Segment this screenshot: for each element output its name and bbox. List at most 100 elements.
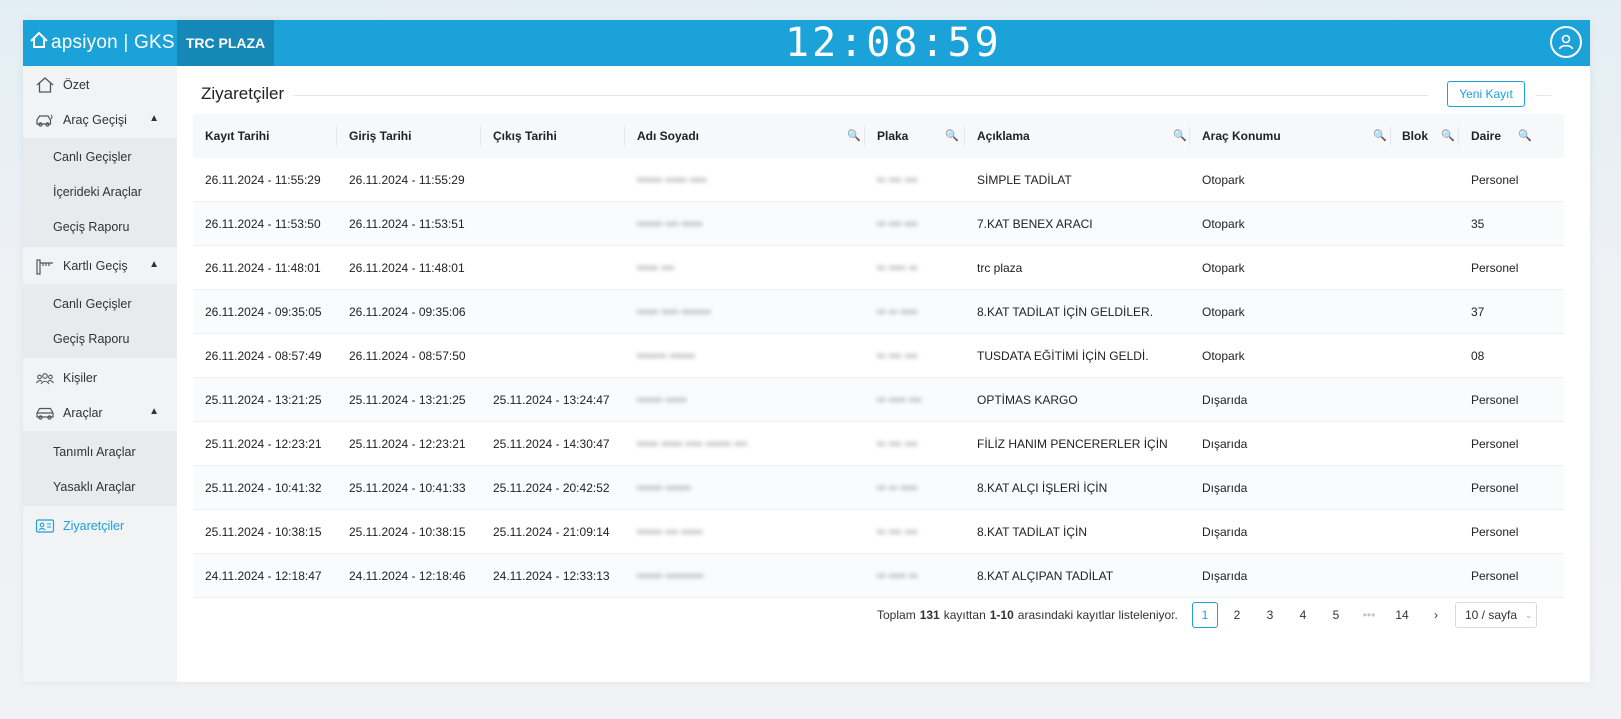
sidebar-subitem-defined-vehicles[interactable]: Tanımlı Araçlar — [53, 434, 136, 470]
search-icon[interactable]: 🔍 — [1373, 129, 1387, 142]
page-1-button[interactable]: 1 — [1192, 602, 1218, 628]
sidebar-item-vehicles[interactable]: Araçlar ▲ — [23, 395, 177, 431]
cell-plate: •• ••• ••• — [877, 217, 918, 231]
cell-plate: •• ••• ••• — [877, 437, 918, 451]
cell-entry: 25.11.2024 - 10:41:33 — [349, 481, 466, 495]
table-row[interactable]: 24.11.2024 - 12:18:47 24.11.2024 - 12:18:… — [193, 554, 1564, 598]
cell-registered: 26.11.2024 - 11:48:01 — [205, 261, 321, 275]
cell-registered: 25.11.2024 - 10:38:15 — [205, 525, 322, 539]
page-3-button[interactable]: 3 — [1257, 602, 1283, 628]
sidebar-item-label: Araç Geçişi — [63, 113, 127, 127]
sidebar-subitem-pass-report[interactable]: Geçiş Raporu — [53, 321, 129, 357]
cell-block — [1390, 202, 1402, 246]
home-icon — [35, 76, 55, 94]
previous-page-button[interactable]: ‹ — [1160, 602, 1186, 628]
new-record-button[interactable]: Yeni Kayıt — [1447, 81, 1525, 107]
cell-exit: 25.11.2024 - 13:24:47 — [493, 393, 610, 407]
column-header-exit[interactable]: Çıkış Tarihi — [481, 114, 557, 158]
cell-exit: 24.11.2024 - 12:33:13 — [493, 569, 610, 583]
cell-plate: •• •• •••• — [877, 481, 918, 495]
column-header-vehicle-location[interactable]: Araç Konumu — [1190, 114, 1281, 158]
page-5-button[interactable]: 5 — [1323, 602, 1349, 628]
more-pages-button[interactable]: ••• — [1356, 602, 1382, 628]
people-icon — [35, 369, 55, 387]
sidebar-item-label: Ziyaretçiler — [63, 519, 125, 533]
sidebar-submenu-vehicles: Tanımlı Araçlar Yasaklı Araçlar — [23, 431, 177, 506]
page-last-button[interactable]: 14 — [1389, 602, 1415, 628]
sidebar-item-summary[interactable]: Özet — [23, 67, 177, 103]
sidebar-item-label: Araçlar — [63, 406, 103, 420]
sidebar-subitem-vehicles-inside[interactable]: İçerideki Araçlar — [53, 174, 142, 210]
table-row[interactable]: 25.11.2024 - 10:41:32 25.11.2024 - 10:41:… — [193, 466, 1564, 510]
column-header-apartment[interactable]: Daire — [1459, 114, 1501, 158]
sidebar-subitem-pass-report[interactable]: Geçiş Raporu — [53, 209, 129, 245]
cell-block — [1390, 158, 1402, 202]
sidebar-subitem-banned-vehicles[interactable]: Yasaklı Araçlar — [53, 469, 135, 505]
column-header-plate[interactable]: Plaka — [865, 114, 908, 158]
table-row[interactable]: 25.11.2024 - 10:38:15 25.11.2024 - 10:38:… — [193, 510, 1564, 554]
table-row[interactable]: 26.11.2024 - 11:48:01 26.11.2024 - 11:48:… — [193, 246, 1564, 290]
sidebar-subitem-live-passes[interactable]: Canlı Geçişler — [53, 286, 132, 322]
chevron-up-icon[interactable]: ▲ — [149, 113, 159, 124]
sidebar-subitem-live-passes[interactable]: Canlı Geçişler — [53, 139, 132, 175]
cell-block — [1390, 290, 1402, 334]
top-bar: apsiyon | GKS TRC PLAZA 12:08:59 — [23, 20, 1590, 66]
home-logo-icon — [29, 30, 49, 56]
brand-logo[interactable]: apsiyon | GKS — [29, 20, 179, 66]
cell-registered: 24.11.2024 - 12:18:47 — [205, 569, 322, 583]
table-row[interactable]: 26.11.2024 - 09:35:05 26.11.2024 - 09:35:… — [193, 290, 1564, 334]
search-icon[interactable]: 🔍 — [847, 129, 861, 142]
user-profile-icon[interactable] — [1550, 26, 1582, 58]
site-selector[interactable]: TRC PLAZA — [177, 20, 274, 66]
pagination-suffix: arasındaki kayıtlar listeleniyor. — [1017, 608, 1178, 622]
cell-exit — [481, 246, 493, 290]
table-row[interactable]: 25.11.2024 - 12:23:21 25.11.2024 - 12:23:… — [193, 422, 1564, 466]
table-row[interactable]: 26.11.2024 - 11:53:50 26.11.2024 - 11:53:… — [193, 202, 1564, 246]
cell-vehicle-location: Dışarıda — [1202, 437, 1248, 451]
page-size-select[interactable]: 10 / sayfa ⌄ — [1455, 602, 1537, 628]
column-header-name[interactable]: Adı Soyadı — [625, 114, 699, 158]
page-2-button[interactable]: 2 — [1224, 602, 1250, 628]
car-icon — [35, 404, 55, 422]
cell-apartment: Personel — [1471, 437, 1519, 451]
sidebar-item-people[interactable]: Kişiler — [23, 360, 177, 396]
sidebar-item-card-pass[interactable]: Kartlı Geçiş ▲ — [23, 248, 177, 284]
cell-description: 8.KAT ALÇIPAN TADİLAT — [977, 569, 1114, 583]
cell-exit: 25.11.2024 - 14:30:47 — [493, 437, 610, 451]
search-icon[interactable]: 🔍 — [1441, 129, 1455, 142]
pagination-mid: kayıttan — [943, 608, 986, 622]
cell-registered: 26.11.2024 - 08:57:49 — [205, 349, 322, 363]
chevron-up-icon[interactable]: ▲ — [149, 259, 159, 270]
table-header: Kayıt Tarihi Giriş Tarihi Çıkış Tarihi A… — [193, 114, 1564, 158]
table-row[interactable]: 26.11.2024 - 08:57:49 26.11.2024 - 08:57:… — [193, 334, 1564, 378]
sidebar-item-label: Kartlı Geçiş — [63, 259, 128, 273]
next-page-button[interactable]: › — [1423, 602, 1449, 628]
page-4-button[interactable]: 4 — [1290, 602, 1316, 628]
cell-block — [1390, 422, 1402, 466]
search-icon[interactable]: 🔍 — [1173, 129, 1187, 142]
table-row[interactable]: 25.11.2024 - 13:21:25 25.11.2024 - 13:21:… — [193, 378, 1564, 422]
title-divider — [293, 95, 1428, 96]
cell-name: ••••••• •••••• — [637, 349, 695, 363]
cell-description: 8.KAT ALÇI İŞLERİ İÇİN — [977, 481, 1108, 495]
pagination: Toplam 131 kayıttan 1-10 arasındaki kayı… — [177, 600, 1564, 630]
brand-text: apsiyon | GKS — [51, 32, 175, 53]
column-header-entry[interactable]: Giriş Tarihi — [337, 114, 411, 158]
sidebar-item-visitors[interactable]: Ziyaretçiler — [23, 508, 177, 544]
cell-entry: 25.11.2024 - 13:21:25 — [349, 393, 466, 407]
car-pass-icon — [35, 111, 55, 129]
column-header-block[interactable]: Blok — [1390, 114, 1428, 158]
cell-apartment: 35 — [1471, 217, 1485, 231]
search-icon[interactable]: 🔍 — [945, 129, 959, 142]
pagination-range: 1-10 — [989, 608, 1014, 622]
chevron-up-icon[interactable]: ▲ — [149, 406, 159, 417]
sidebar-item-vehicle-pass[interactable]: Araç Geçişi ▲ — [23, 102, 177, 138]
cell-plate: •• •••• •• — [877, 261, 918, 275]
cell-apartment: Personel — [1471, 261, 1519, 275]
table-row[interactable]: 26.11.2024 - 11:55:29 26.11.2024 - 11:55:… — [193, 158, 1564, 202]
column-header-description[interactable]: Açıklama — [965, 114, 1030, 158]
cell-description: OPTİMAS KARGO — [977, 393, 1078, 407]
column-header-registered[interactable]: Kayıt Tarihi — [193, 114, 269, 158]
pagination-summary: Toplam 131 kayıttan 1-10 arasındaki kayı… — [877, 600, 1178, 630]
search-icon[interactable]: 🔍 — [1518, 129, 1532, 142]
